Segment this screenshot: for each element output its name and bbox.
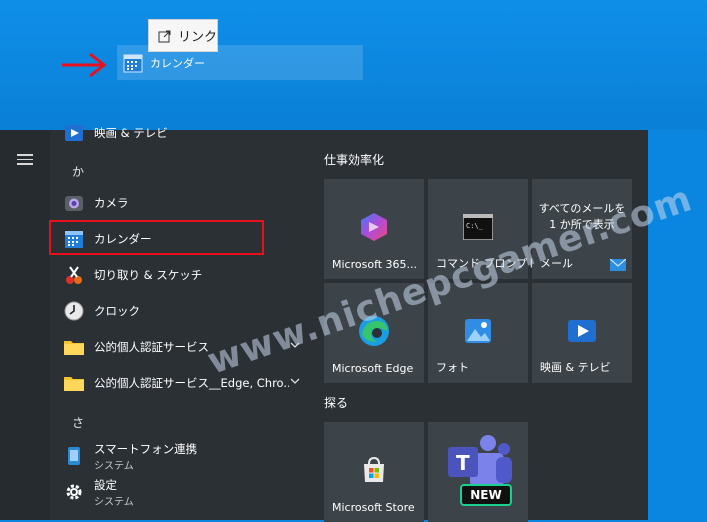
tile-label: Microsoft Edge — [332, 362, 414, 375]
app-item-camera[interactable]: カメラ — [62, 188, 312, 218]
snip-sketch-icon — [62, 263, 86, 287]
app-item-label: カメラ — [94, 196, 129, 210]
calendar-icon — [123, 54, 143, 72]
app-item-label: スマートフォン連携 システム — [94, 441, 197, 472]
chevron-down-icon[interactable] — [290, 377, 300, 385]
app-item-snip-sketch[interactable]: 切り取り & スケッチ — [62, 260, 312, 290]
app-item-label: 映画 & テレビ — [94, 126, 168, 140]
shortcut-link-icon — [158, 30, 171, 42]
tile-label: Microsoft 365... — [332, 258, 418, 271]
app-item-label: クロック — [94, 304, 140, 318]
photos-icon — [465, 319, 491, 343]
microsoft365-icon — [361, 213, 387, 241]
app-item-subtitle: システム — [94, 496, 134, 508]
letter-header-sa[interactable]: さ — [72, 414, 84, 431]
new-badge: NEW — [460, 484, 512, 506]
tile-teams[interactable]: T NEW — [428, 422, 528, 522]
store-icon — [364, 456, 384, 482]
tile-microsoft365[interactable]: Microsoft 365... — [324, 179, 424, 279]
tile-microsoft-store[interactable]: Microsoft Store — [324, 422, 424, 522]
drag-ghost-calendar: カレンダー — [117, 45, 363, 80]
link-tooltip-label: リンク — [178, 30, 218, 45]
app-item-title: スマートフォン連携 — [94, 441, 198, 456]
mail-icon — [610, 259, 626, 271]
tile-label: フォト — [436, 361, 469, 374]
app-item-label: 切り取り & スケッチ — [94, 268, 203, 282]
app-item-title: 設定 — [94, 477, 117, 492]
app-item-phone-link[interactable]: スマートフォン連携 システム — [62, 438, 312, 474]
app-item-movies-tv[interactable]: 映画 & テレビ — [62, 118, 312, 148]
start-rail — [0, 130, 50, 520]
clock-icon — [62, 299, 86, 323]
camera-icon — [62, 191, 86, 215]
app-item-label: 設定 システム — [94, 477, 134, 508]
tile-movies-tv[interactable]: 映画 & テレビ — [532, 283, 632, 383]
letter-header-ka[interactable]: か — [72, 163, 84, 180]
new-badge-label: NEW — [470, 488, 502, 502]
app-item-settings[interactable]: 設定 システム — [62, 474, 312, 510]
movies-tv-icon — [568, 320, 596, 342]
tile-label: 映画 & テレビ — [540, 361, 611, 374]
red-arrow-annotation-icon — [62, 52, 107, 78]
phone-link-icon — [62, 444, 86, 468]
tile-label: Microsoft Store — [332, 501, 415, 514]
svg-text:C:\_: C:\_ — [466, 222, 484, 230]
folder-icon — [62, 371, 86, 395]
command-prompt-icon: C:\_ — [463, 214, 493, 240]
tile-group-title-productivity[interactable]: 仕事効率化 — [324, 151, 384, 168]
svg-text:T: T — [456, 451, 470, 475]
folder-icon — [62, 335, 86, 359]
highlight-box-calendar — [49, 220, 264, 255]
drag-ghost-label: カレンダー — [150, 56, 205, 70]
hamburger-menu-icon[interactable] — [17, 154, 33, 168]
movies-tv-icon — [62, 121, 86, 145]
app-item-subtitle: システム — [94, 460, 134, 472]
settings-gear-icon — [62, 480, 86, 504]
tile-group-title-explore[interactable]: 探る — [324, 394, 348, 411]
